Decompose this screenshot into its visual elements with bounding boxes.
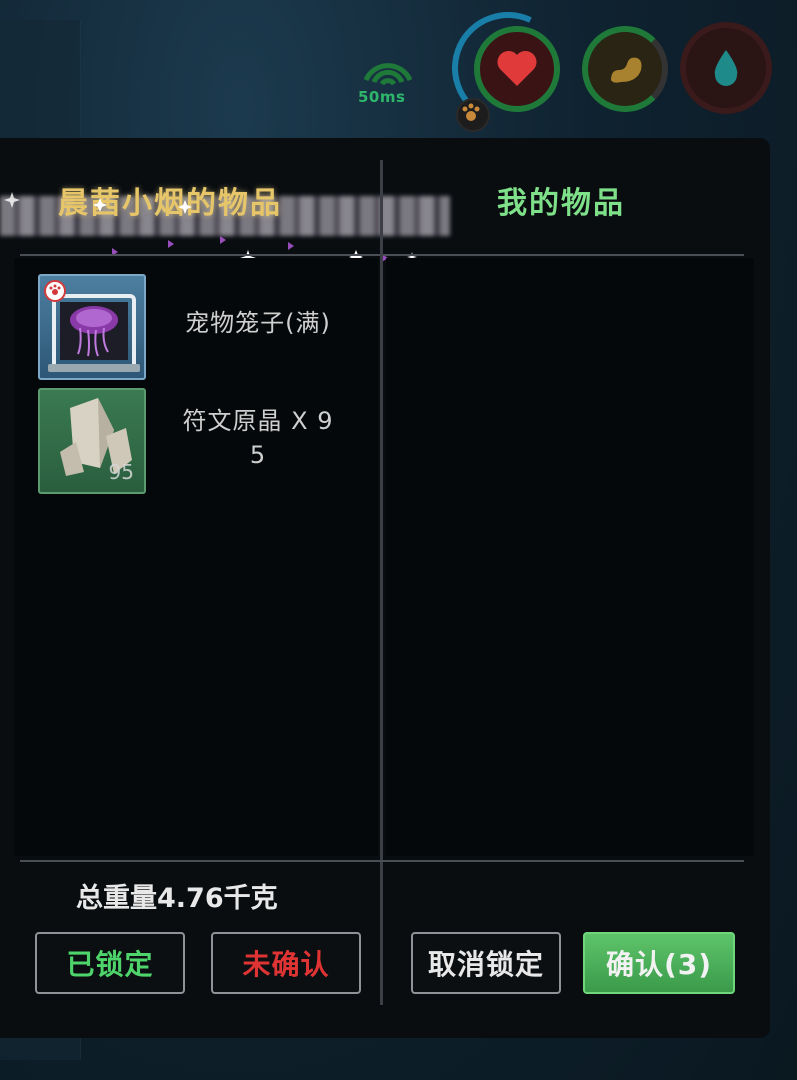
hunger-gauge: [582, 26, 668, 112]
pet-cage-icon: [38, 274, 146, 380]
heart-icon: [497, 50, 537, 86]
item-name-line2: 5: [249, 441, 267, 469]
partner-items-title: 晨茜小烟的物品: [58, 186, 282, 221]
paw-icon: [456, 98, 490, 132]
locked-button[interactable]: 已锁定: [35, 932, 185, 994]
top-hud: 50ms: [0, 0, 797, 140]
ping-text: 50ms: [358, 88, 406, 106]
confirm-button[interactable]: 确认(3): [583, 932, 735, 994]
water-gauge: [680, 22, 772, 114]
total-weight: 总重量4.76千克: [76, 883, 278, 914]
item-quantity: 95: [108, 460, 134, 484]
no-entry-badge-icon: [44, 280, 66, 302]
unconfirmed-button[interactable]: 未确认: [211, 932, 361, 994]
stomach-icon: [611, 57, 642, 83]
unlock-button[interactable]: 取消锁定: [411, 932, 561, 994]
my-items-title: 我的物品: [497, 186, 625, 221]
footer-divider: [20, 860, 744, 862]
my-items-list: [386, 258, 754, 856]
rune-crystal-icon: 95: [38, 388, 146, 494]
health-gauge: [474, 26, 560, 112]
item-name-line1: 符文原晶 X 9: [182, 407, 334, 435]
list-item[interactable]: 95 符文原晶 X 9 5: [38, 388, 368, 496]
item-name: 符文原晶 X 9 5: [158, 404, 358, 472]
list-item[interactable]: 宠物笼子(满): [38, 274, 368, 382]
center-divider: [380, 160, 383, 1005]
water-drop-icon: [714, 50, 738, 86]
item-name: 宠物笼子(满): [185, 309, 331, 337]
